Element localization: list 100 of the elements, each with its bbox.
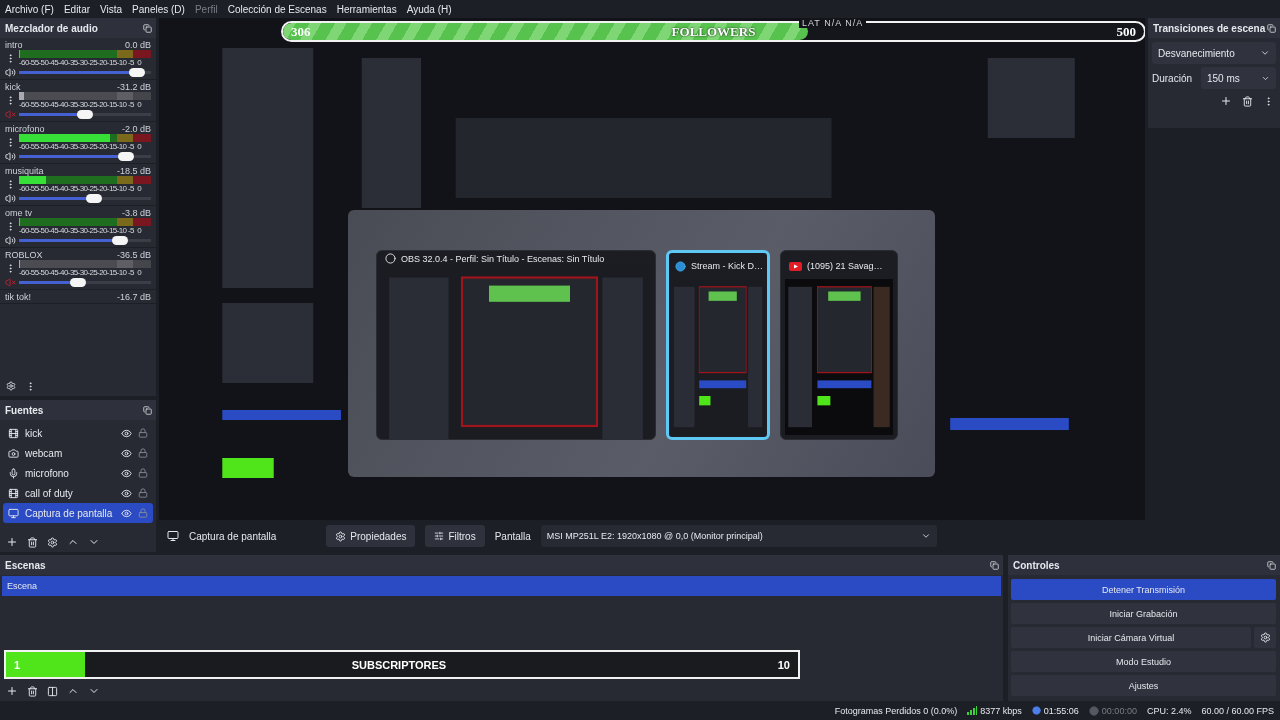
undock-icon[interactable] xyxy=(143,405,152,415)
stream-time: 01:55:06 xyxy=(1043,705,1079,716)
properties-button[interactable]: Propiedades xyxy=(326,525,416,547)
eye-icon[interactable] xyxy=(121,427,132,439)
volume-slider[interactable] xyxy=(19,110,151,119)
undock-icon[interactable] xyxy=(1267,560,1276,570)
bitrate: 8377 kbps xyxy=(980,705,1022,716)
settings-button[interactable] xyxy=(1254,627,1276,648)
menu-item[interactable]: Paneles (D) xyxy=(132,3,185,15)
duration-field[interactable]: 150 ms xyxy=(1201,67,1276,89)
display-label: Pantalla xyxy=(494,530,531,542)
slider-thumb[interactable] xyxy=(70,278,87,287)
meter-scale: -60-55-50-45-40-35-30-25-20-15-10 -5 0 xyxy=(19,184,143,193)
menu-item[interactable]: Editar xyxy=(63,3,91,15)
microphone-icon xyxy=(8,467,19,479)
panel-title: Escenas xyxy=(5,559,46,571)
add-icon[interactable] xyxy=(1220,95,1232,107)
settings-icon[interactable] xyxy=(47,536,58,548)
channel-name: ome tv xyxy=(5,208,32,218)
filters-icon xyxy=(434,531,445,541)
fps: 60.00 / 60.00 FPS xyxy=(1201,705,1274,716)
eye-icon[interactable] xyxy=(121,507,132,519)
source-item[interactable]: Captura de pantalla xyxy=(3,503,153,523)
gear-icon xyxy=(335,530,347,542)
lock-icon[interactable] xyxy=(138,488,148,498)
display-dropdown[interactable]: MSI MP251L E2: 1920x1080 @ 0,0 (Monitor principal) xyxy=(540,525,937,547)
meter-scale: -60-55-50-45-40-35-30-25-20-15-10 -5 0 xyxy=(19,142,143,151)
film-icon xyxy=(8,487,19,499)
scene-item[interactable]: Escena xyxy=(2,576,1001,596)
control-button[interactable]: Iniciar Grabación xyxy=(1011,603,1276,624)
panel-title: Mezclador de audio xyxy=(5,22,98,34)
slider-thumb[interactable] xyxy=(86,194,103,203)
control-button[interactable]: Modo Estudio xyxy=(1011,651,1276,672)
undock-icon[interactable] xyxy=(1267,23,1276,33)
channel-name: ROBLOX xyxy=(5,250,43,260)
control-button[interactable]: Iniciar Cámara Virtual xyxy=(1011,627,1251,648)
channel-reading: -36.5 dB xyxy=(116,250,151,260)
source-label: Captura de pantalla xyxy=(189,530,277,542)
menu-item[interactable]: Ayuda (H) xyxy=(406,3,452,15)
trash-icon[interactable] xyxy=(1242,95,1253,107)
control-button[interactable]: Detener Transmisión xyxy=(1011,579,1276,600)
meter-scale: -60-55-50-45-40-35-30-25-20-15-10 -5 0 xyxy=(19,58,143,67)
slider-thumb[interactable] xyxy=(77,110,93,119)
record-time: 00:00:00 xyxy=(1101,705,1137,716)
channel-name: musiquita xyxy=(5,166,44,176)
menu-item[interactable]: Herramientas xyxy=(336,3,397,15)
eye-icon[interactable] xyxy=(121,447,132,459)
duration-label: Duración xyxy=(1152,72,1194,84)
lock-icon[interactable] xyxy=(138,448,148,458)
speaker-icon[interactable] xyxy=(5,67,16,78)
source-name: microfono xyxy=(25,467,70,479)
filters-button[interactable]: Filtros xyxy=(425,525,485,547)
source-name: call of duty xyxy=(25,487,74,499)
meter-scale: -60-55-50-45-40-35-30-25-20-15-10 -5 0 xyxy=(19,268,143,277)
camera-icon xyxy=(8,447,19,459)
source-item[interactable]: call of duty xyxy=(3,483,153,503)
eye-icon[interactable] xyxy=(121,487,132,499)
undock-icon[interactable] xyxy=(990,560,999,570)
lock-icon[interactable] xyxy=(138,428,148,438)
trash-icon[interactable] xyxy=(27,685,38,697)
panel-title: Controles xyxy=(1013,559,1060,571)
channel-reading: -3.8 dB xyxy=(121,208,151,218)
transition-dropdown[interactable]: Desvanecimiento xyxy=(1152,42,1276,64)
channel-name: kick xyxy=(5,82,21,92)
panel-title: Transiciones de escena xyxy=(1153,22,1266,34)
menu-item[interactable]: Colección de Escenas xyxy=(227,3,327,15)
trash-icon[interactable] xyxy=(27,536,38,548)
source-item[interactable]: kick xyxy=(3,423,153,443)
undock-icon[interactable] xyxy=(143,23,152,33)
columns-icon[interactable] xyxy=(47,685,58,697)
monitor-icon xyxy=(8,507,19,519)
source-name: webcam xyxy=(25,447,64,459)
dropped-frames: Fotogramas Perdidos 0 (0.0%) xyxy=(834,705,958,716)
channel-reading: -2.0 dB xyxy=(121,124,151,134)
goal-current: 1 xyxy=(13,658,22,671)
channel-name: tik tok! xyxy=(5,292,31,302)
volume-slider[interactable] xyxy=(19,278,151,287)
cpu-usage: CPU: 2.4% xyxy=(1146,705,1192,716)
film-icon xyxy=(8,427,19,439)
meter-scale: -60-55-50-45-40-35-30-25-20-15-10 -5 0 xyxy=(19,100,143,109)
slider-thumb[interactable] xyxy=(111,236,128,245)
speaker-icon[interactable] xyxy=(5,235,16,246)
menu-item[interactable]: Vista xyxy=(100,3,123,15)
add-icon[interactable] xyxy=(6,536,18,548)
lock-icon[interactable] xyxy=(138,468,148,478)
control-button[interactable]: Ajustes xyxy=(1011,675,1276,696)
source-item[interactable]: microfono xyxy=(3,463,153,483)
slider-thumb[interactable] xyxy=(117,152,134,161)
source-item[interactable]: webcam xyxy=(3,443,153,463)
settings-icon[interactable] xyxy=(6,381,16,391)
goal-label: SUBSCRIPTORES xyxy=(350,658,448,671)
record-icon xyxy=(1088,705,1099,716)
slider-thumb[interactable] xyxy=(129,68,146,77)
add-icon[interactable] xyxy=(6,685,18,697)
channel-reading: 0.0 dB xyxy=(124,40,151,50)
speaker-icon[interactable] xyxy=(5,151,16,162)
menu-item[interactable]: Archivo (F) xyxy=(5,3,54,15)
source-name: kick xyxy=(25,427,44,439)
eye-icon[interactable] xyxy=(121,467,132,479)
speaker-icon[interactable] xyxy=(5,193,16,204)
